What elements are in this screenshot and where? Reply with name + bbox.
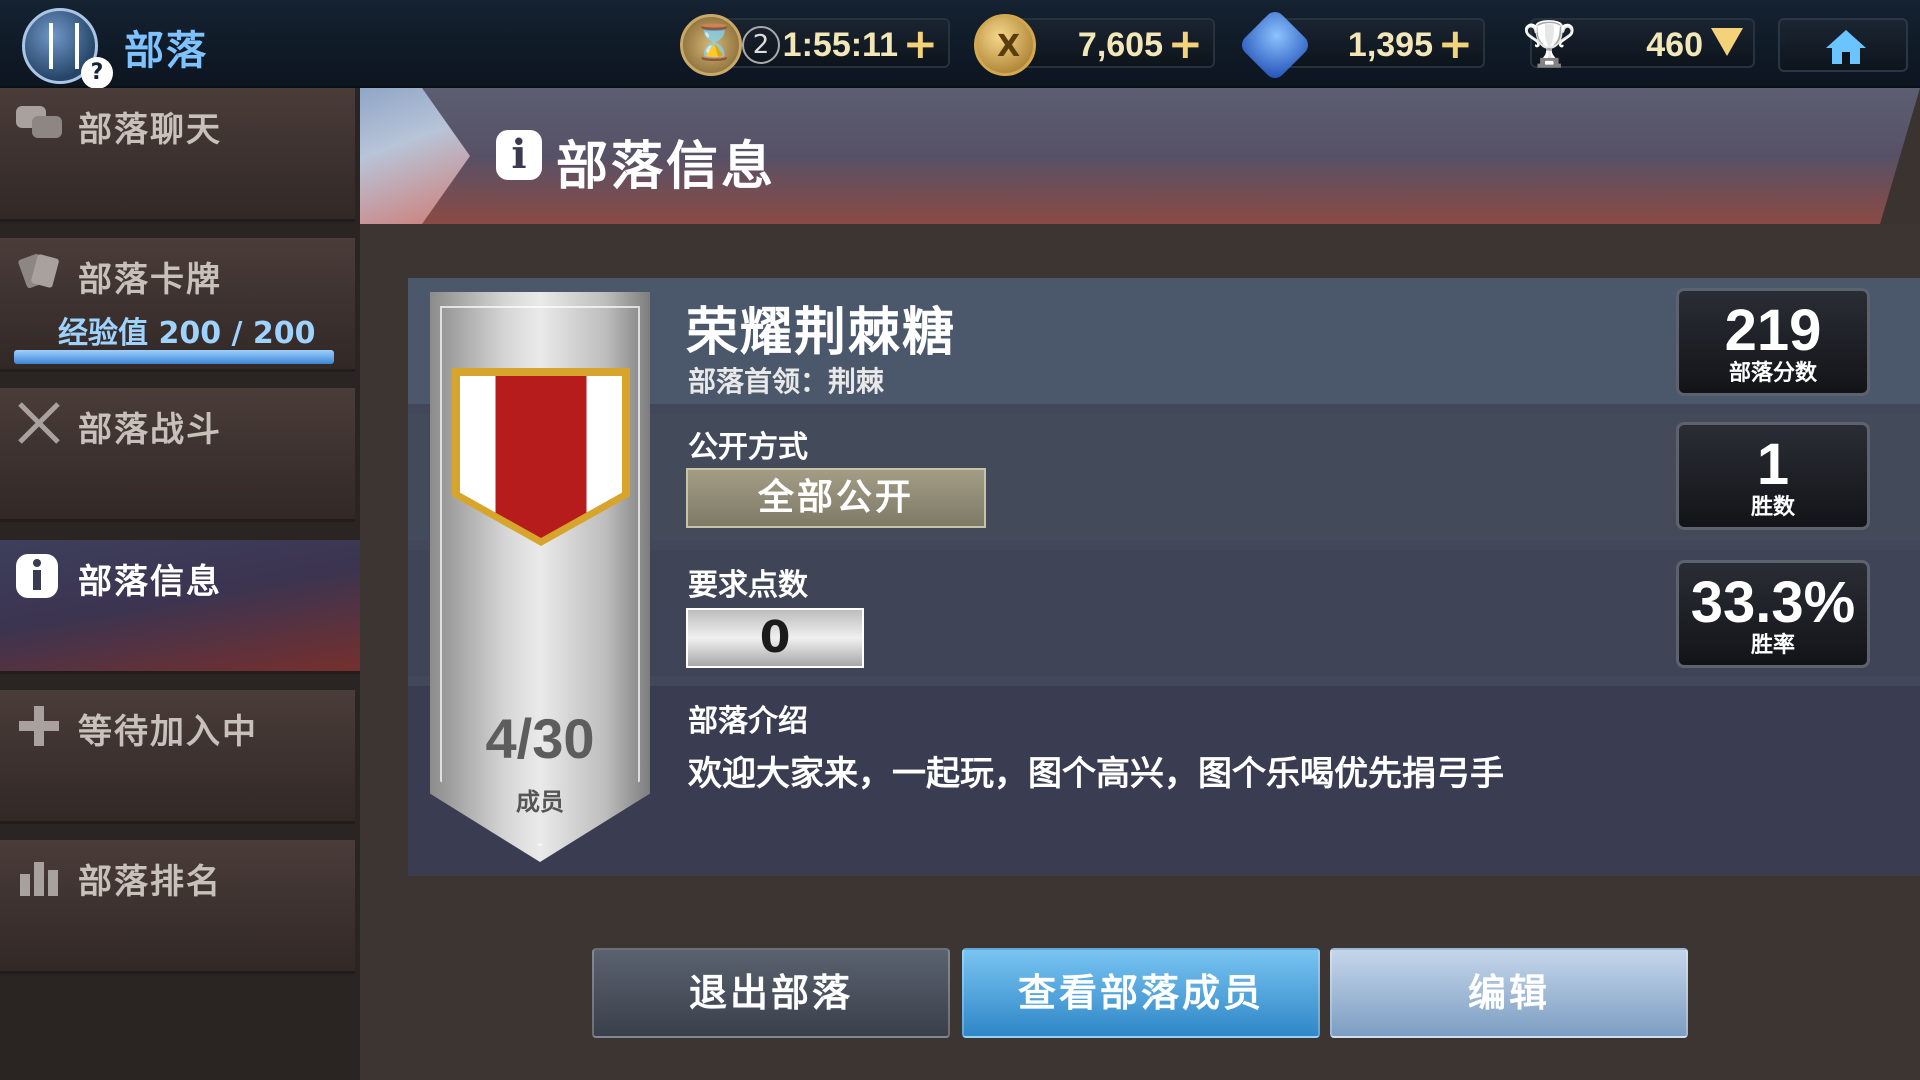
hourglass-icon: [680, 14, 742, 76]
experience-text: 经验值 200 / 200: [58, 316, 316, 351]
stat-wins: 1 胜数: [1676, 422, 1870, 530]
cards-icon: [14, 250, 66, 298]
sidebar-item-label: 部落信息: [78, 562, 222, 602]
timer-count: 2: [742, 26, 780, 64]
coin-icon: [974, 14, 1036, 76]
chat-icon: [14, 100, 66, 148]
sidebar-item-chat[interactable]: 部落聊天: [0, 88, 355, 222]
leave-clan-button[interactable]: 退出部落: [592, 948, 950, 1038]
info-icon: [14, 552, 66, 600]
gem-resource[interactable]: 1,395 +: [1237, 7, 1485, 83]
sidebar-item-label: 部落排名: [78, 862, 222, 902]
required-points-label: 要求点数: [688, 568, 808, 603]
visibility-value: 全部公开: [686, 468, 986, 528]
experience-bar-fill: [14, 350, 334, 364]
home-icon: [1826, 30, 1866, 64]
sidebar-item-info[interactable]: 部落信息: [0, 540, 400, 674]
coin-plus-button[interactable]: +: [1168, 22, 1203, 66]
top-bar: ? 部落 2 1:55:11 + 7,605 + 1,395 + 460: [0, 0, 1920, 89]
clan-leader: 部落首领：荆棘: [688, 365, 885, 398]
experience-bar: [14, 350, 334, 364]
gem-value: 1,395: [1347, 26, 1433, 64]
gem-plus-button[interactable]: +: [1438, 22, 1473, 66]
gem-icon: [1237, 7, 1313, 83]
timer-value: 1:55:11: [782, 26, 898, 64]
stat-value: 33.3%: [1690, 570, 1856, 635]
app-title: 部落: [124, 28, 208, 74]
info-icon: i: [496, 130, 542, 180]
trophy-resource[interactable]: 460: [1530, 18, 1755, 68]
sidebar-item-ranking[interactable]: 部落排名: [0, 840, 355, 974]
page-title: 部落信息: [556, 137, 777, 197]
sidebar-item-label: 部落战斗: [78, 410, 222, 450]
intro-text: 欢迎大家来，一起玩，图个高兴，图个乐喝优先捐弓手: [688, 754, 1504, 794]
edit-button[interactable]: 编辑: [1330, 948, 1688, 1038]
help-icon[interactable]: ?: [81, 57, 113, 89]
intro-label: 部落介绍: [688, 704, 808, 739]
coin-value: 7,605: [1077, 26, 1163, 64]
crossed-swords-icon: [14, 400, 66, 448]
sidebar-item-battle[interactable]: 部落战斗: [0, 388, 355, 522]
timer-plus-button[interactable]: +: [903, 22, 938, 66]
stat-value: 1: [1756, 432, 1790, 497]
required-points-value: 0: [686, 608, 864, 668]
home-button[interactable]: [1778, 18, 1908, 72]
member-count: 4/30: [485, 707, 595, 770]
stat-value: 219: [1724, 298, 1822, 363]
member-count-label: 成员: [516, 788, 564, 816]
stat-label: 部落分数: [1728, 361, 1817, 386]
trophy-icon: [1514, 14, 1576, 76]
ranking-icon: [14, 852, 66, 900]
clan-logo-icon[interactable]: ?: [22, 8, 113, 89]
stat-clan-score: 219 部落分数: [1676, 288, 1870, 396]
coin-resource[interactable]: 7,605 +: [974, 14, 1215, 76]
sidebar-item-label: 部落聊天: [78, 110, 222, 150]
stat-label: 胜率: [1750, 633, 1795, 658]
chevron-down-icon[interactable]: [1711, 28, 1743, 56]
stat-win-rate: 33.3% 胜率: [1676, 560, 1870, 668]
trophy-value: 460: [1646, 26, 1703, 64]
plus-icon: [14, 702, 66, 750]
sidebar-item-label: 部落卡牌: [78, 260, 222, 300]
stat-label: 胜数: [1750, 495, 1795, 520]
sidebar-item-label: 等待加入中: [78, 712, 258, 752]
clan-name: 荣耀荆棘糖: [686, 303, 957, 363]
timer-resource[interactable]: 2 1:55:11 +: [680, 14, 950, 76]
visibility-label: 公开方式: [688, 430, 808, 465]
view-members-button[interactable]: 查看部落成员: [962, 948, 1320, 1038]
sidebar-item-pending[interactable]: 等待加入中: [0, 690, 355, 824]
